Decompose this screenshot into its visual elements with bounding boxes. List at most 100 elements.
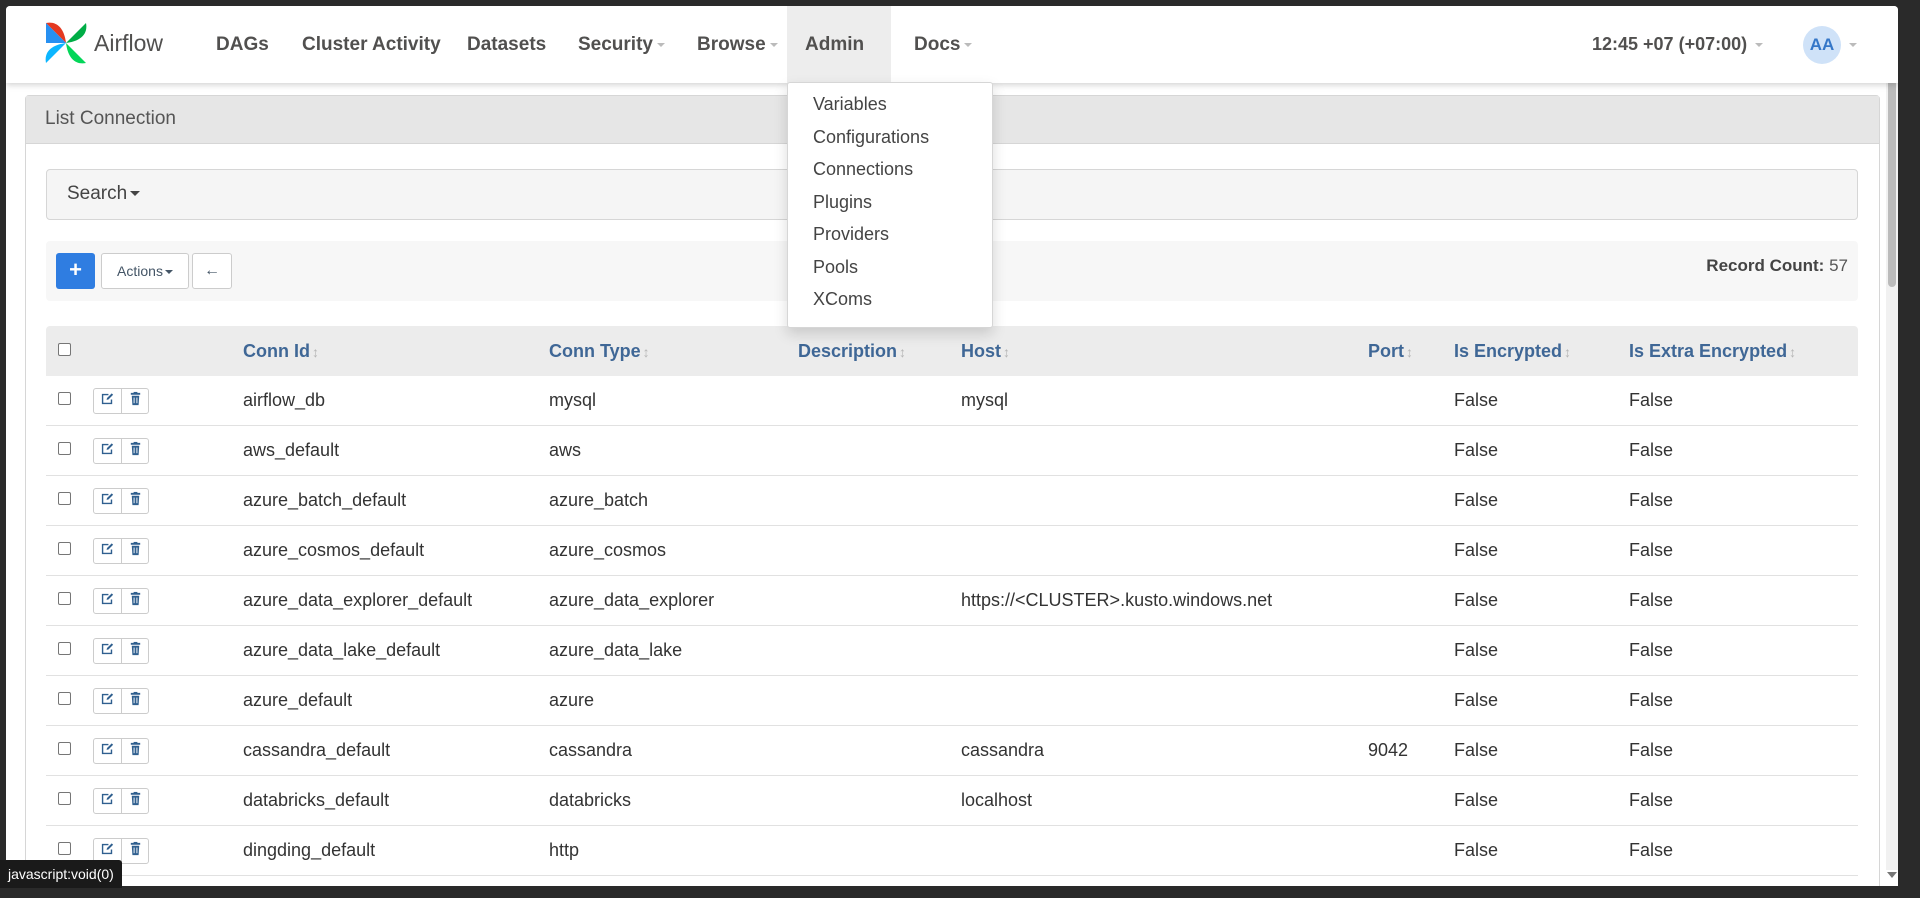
menu-item-providers[interactable]: Providers	[813, 224, 889, 245]
timezone-clock[interactable]: 12:45 +07 (+07:00)	[1592, 6, 1764, 83]
brand-logo-link[interactable]: Airflow	[42, 19, 163, 67]
edit-icon	[100, 791, 115, 811]
row-checkbox[interactable]	[58, 592, 71, 605]
select-all-checkbox[interactable]	[58, 343, 71, 356]
edit-record-button[interactable]	[94, 439, 122, 463]
menu-item-pools[interactable]: Pools	[813, 257, 858, 278]
trash-icon	[128, 391, 143, 411]
delete-record-button[interactable]	[122, 539, 149, 563]
nav-item-label: Cluster Activity	[302, 34, 441, 55]
nav-item-datasets[interactable]: Datasets	[449, 6, 564, 83]
column-header-label: Description	[798, 341, 898, 361]
add-connection-button[interactable]: +	[56, 253, 95, 289]
back-button[interactable]: ←	[192, 253, 232, 289]
row-checkbox[interactable]	[58, 842, 71, 855]
edit-record-button[interactable]	[94, 639, 122, 663]
cell-is-encrypted: False	[1454, 740, 1499, 760]
column-header-port[interactable]: Port ↕	[1368, 341, 1413, 362]
column-header-is-extra-encrypted[interactable]: Is Extra Encrypted ↕	[1629, 341, 1796, 362]
row-checkbox[interactable]	[58, 392, 71, 405]
delete-record-button[interactable]	[122, 789, 149, 813]
delete-record-button[interactable]	[122, 689, 149, 713]
delete-record-button[interactable]	[122, 589, 149, 613]
nav-item-browse[interactable]: Browse	[679, 6, 796, 83]
user-avatar[interactable]: AA	[1803, 26, 1841, 64]
menu-item-xcoms[interactable]: XComs	[813, 289, 872, 310]
search-dropdown-toggle[interactable]: Search	[67, 183, 141, 205]
delete-record-button[interactable]	[122, 489, 149, 513]
scroll-down-arrow-icon[interactable]	[1887, 872, 1897, 878]
edit-icon	[100, 691, 115, 711]
row-checkbox[interactable]	[58, 692, 71, 705]
edit-record-button[interactable]	[94, 589, 122, 613]
edit-record-button[interactable]	[94, 389, 122, 413]
row-checkbox[interactable]	[58, 742, 71, 755]
nav-item-cluster-activity[interactable]: Cluster Activity	[284, 6, 459, 83]
table-header: Conn Id ↕ Conn Type ↕ Description ↕ Host ↕ P…	[46, 326, 1858, 376]
menu-item-variables[interactable]: Variables	[813, 94, 887, 115]
arrow-left-icon: ←	[204, 262, 220, 279]
delete-record-button[interactable]	[122, 389, 149, 413]
delete-record-button[interactable]	[122, 739, 149, 763]
column-header-conn-type[interactable]: Conn Type ↕	[549, 341, 650, 362]
scrollbar-thumb[interactable]	[1888, 62, 1896, 287]
sort-icon: ↕	[1003, 344, 1010, 360]
menu-item-plugins[interactable]: Plugins	[813, 192, 872, 213]
edit-icon	[100, 841, 115, 861]
column-header-host[interactable]: Host ↕	[961, 341, 1010, 362]
brand-name: Airflow	[94, 29, 164, 56]
table-body: airflow_db mysql mysql False False aws_defaul…	[46, 376, 1858, 886]
nav-item-security[interactable]: Security	[560, 6, 683, 83]
cell-is-encrypted: False	[1454, 840, 1499, 860]
column-header-label: Conn Type	[549, 341, 641, 361]
column-header-label: Conn Id	[243, 341, 310, 361]
nav-item-admin[interactable]: Admin	[787, 6, 891, 124]
record-count-value: 57	[1829, 256, 1848, 275]
actions-label: Actions	[117, 263, 163, 279]
delete-record-button[interactable]	[122, 639, 149, 663]
table-row: databricks_default databricks localhost Fal…	[46, 776, 1858, 826]
edit-icon	[100, 591, 115, 611]
edit-icon	[100, 641, 115, 661]
column-header-description[interactable]: Description ↕	[798, 341, 906, 362]
cell-conn-id: airflow_db	[243, 390, 326, 410]
sort-icon: ↕	[642, 344, 650, 360]
airflow-pinwheel-icon	[45, 22, 87, 64]
row-checkbox[interactable]	[58, 542, 71, 555]
cell-is-extra-encrypted: False	[1629, 390, 1674, 410]
delete-record-button[interactable]	[122, 839, 149, 863]
actions-dropdown-button[interactable]: Actions	[101, 253, 189, 289]
menu-item-connections[interactable]: Connections	[813, 159, 913, 180]
menu-item-configurations[interactable]: Configurations	[813, 127, 929, 148]
cell-is-extra-encrypted: False	[1629, 640, 1674, 660]
record-count: Record Count: 57	[1706, 256, 1848, 276]
table-row: azure_default azure False False	[46, 676, 1858, 726]
row-checkbox[interactable]	[58, 642, 71, 655]
cell-conn-id: dingding_default	[243, 840, 376, 860]
edit-record-button[interactable]	[94, 689, 122, 713]
cell-is-encrypted: False	[1454, 690, 1499, 710]
cell-conn-type: azure_cosmos	[549, 540, 667, 560]
row-checkbox[interactable]	[58, 492, 71, 505]
cell-conn-id: azure_batch_default	[243, 490, 407, 510]
column-header-conn-id[interactable]: Conn Id ↕	[243, 341, 319, 362]
nav-item-dags[interactable]: DAGs	[198, 6, 287, 83]
chevron-down-icon	[656, 42, 665, 47]
column-header-is-encrypted[interactable]: Is Encrypted ↕	[1454, 341, 1571, 362]
search-label: Search	[67, 183, 128, 204]
browser-viewport: Airflow DAGs Cluster Activity Datasets S…	[6, 6, 1898, 886]
edit-record-button[interactable]	[94, 739, 122, 763]
trash-icon	[128, 591, 143, 611]
cell-conn-type: azure_data_lake	[549, 640, 683, 660]
cell-conn-type: azure_data_explorer	[549, 590, 715, 610]
page-scrollbar[interactable]	[1886, 30, 1898, 870]
cell-conn-id: azure_data_lake_default	[243, 640, 441, 660]
edit-record-button[interactable]	[94, 539, 122, 563]
row-checkbox[interactable]	[58, 442, 71, 455]
edit-record-button[interactable]	[94, 789, 122, 813]
nav-item-docs[interactable]: Docs	[896, 6, 990, 83]
delete-record-button[interactable]	[122, 439, 149, 463]
chevron-down-icon[interactable]	[1849, 43, 1857, 47]
edit-record-button[interactable]	[94, 489, 122, 513]
row-checkbox[interactable]	[58, 792, 71, 805]
